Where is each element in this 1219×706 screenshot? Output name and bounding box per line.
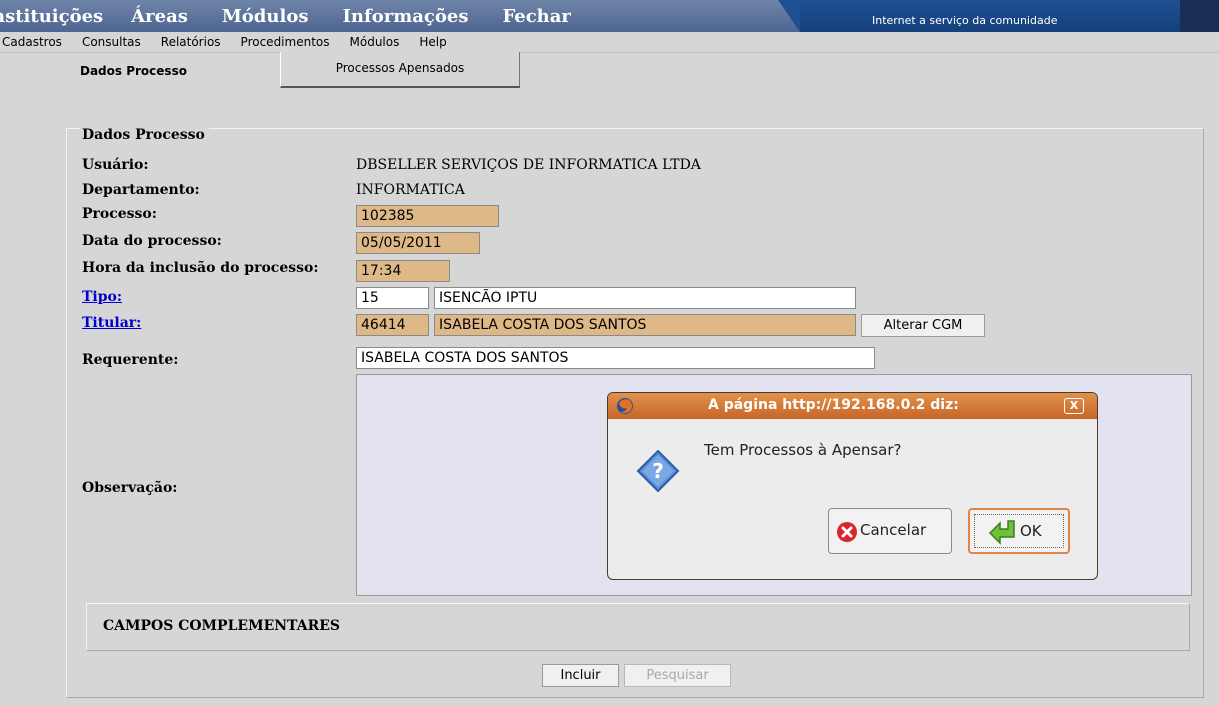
- confirm-dialog: A página http://192.168.0.2 diz: X ? Tem…: [607, 392, 1098, 580]
- sub-menu-bar: Cadastros Consultas Relatórios Procedime…: [0, 32, 1219, 53]
- campos-complementares-title: CAMPOS COMPLEMENTARES: [103, 618, 340, 634]
- svg-text:?: ?: [652, 459, 664, 483]
- main-menu: nstituições Áreas Módulos Informações Fe…: [0, 6, 605, 28]
- submenu-help[interactable]: Help: [419, 35, 446, 49]
- tipo-link[interactable]: Tipo:: [82, 289, 122, 305]
- ok-label: OK: [1020, 522, 1042, 540]
- fieldset-legend: Dados Processo: [80, 127, 209, 143]
- enter-arrow-icon: [988, 520, 1015, 545]
- submenu-procedimentos[interactable]: Procedimentos: [241, 35, 330, 49]
- alterar-cgm-button[interactable]: Alterar CGM: [861, 314, 985, 337]
- cancel-icon: [837, 522, 857, 542]
- tipo-desc-field[interactable]: ISENCÃO IPTU: [434, 287, 856, 309]
- incluir-button[interactable]: Incluir: [542, 664, 619, 687]
- hora-inclusao-label: Hora da inclusão do processo:: [82, 260, 319, 276]
- departamento-label: Departamento:: [82, 182, 200, 198]
- cancel-label: Cancelar: [860, 521, 927, 539]
- observacao-label: Observação:: [82, 480, 178, 496]
- menu-instituicoes[interactable]: nstituições: [0, 6, 103, 28]
- tab-dados-processo[interactable]: Dados Processo: [80, 64, 187, 78]
- processo-label: Processo:: [82, 206, 157, 222]
- campos-complementares-section: CAMPOS COMPLEMENTARES: [86, 603, 1190, 651]
- tagline: Internet a serviço da comunidade: [872, 14, 1058, 27]
- header-banner-end: [1180, 0, 1219, 32]
- usuario-label: Usuário:: [82, 157, 149, 173]
- tipo-code-field[interactable]: 15: [356, 287, 429, 309]
- titular-name-field[interactable]: ISABELA COSTA DOS SANTOS: [434, 314, 856, 336]
- submenu-relatorios[interactable]: Relatórios: [161, 35, 221, 49]
- submenu-consultas[interactable]: Consultas: [82, 35, 141, 49]
- menu-fechar[interactable]: Fechar: [502, 6, 570, 28]
- pesquisar-button[interactable]: Pesquisar: [624, 664, 731, 687]
- submenu-modulos[interactable]: Módulos: [350, 35, 400, 49]
- titular-code-field[interactable]: 46414: [356, 314, 429, 336]
- ok-button[interactable]: OK: [968, 508, 1070, 554]
- requerente-label: Requerente:: [82, 352, 179, 368]
- dialog-close-button[interactable]: X: [1064, 398, 1084, 414]
- menu-modulos[interactable]: Módulos: [222, 6, 309, 28]
- menu-informacoes[interactable]: Informações: [342, 6, 468, 28]
- question-icon: ?: [636, 449, 680, 493]
- top-menu-bar: nstituições Áreas Módulos Informações Fe…: [0, 0, 1219, 32]
- submenu-cadastros[interactable]: Cadastros: [2, 35, 62, 49]
- data-processo-label: Data do processo:: [82, 233, 222, 249]
- dialog-title: A página http://192.168.0.2 diz:: [708, 397, 959, 413]
- usuario-value: DBSELLER SERVIÇOS DE INFORMATICA LTDA: [356, 157, 701, 173]
- requerente-field[interactable]: ISABELA COSTA DOS SANTOS: [356, 347, 875, 369]
- hora-inclusao-field[interactable]: 17:34: [356, 260, 450, 282]
- menu-areas[interactable]: Áreas: [131, 6, 188, 28]
- departamento-value: INFORMATICA: [356, 182, 465, 198]
- dialog-titlebar[interactable]: A página http://192.168.0.2 diz: X: [608, 393, 1097, 419]
- titular-link[interactable]: Titular:: [82, 315, 141, 331]
- dialog-message: Tem Processos à Apensar?: [704, 441, 902, 459]
- cancel-button[interactable]: Cancelar: [828, 508, 952, 554]
- tab-processos-apensados[interactable]: Processos Apensados: [280, 52, 520, 88]
- firefox-icon: [617, 398, 633, 414]
- data-processo-field[interactable]: 05/05/2011: [356, 232, 480, 254]
- processo-field[interactable]: 102385: [356, 205, 499, 227]
